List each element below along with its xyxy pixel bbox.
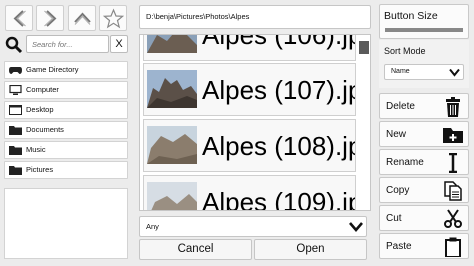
file-row[interactable]: Alpes (109).jpg xyxy=(143,175,356,211)
favorite-button[interactable] xyxy=(99,5,127,31)
file-thumbnail xyxy=(147,35,197,53)
sidebar-empty-area xyxy=(4,188,128,259)
file-row[interactable]: Alpes (106).jpg xyxy=(143,34,356,61)
delete-label: Delete xyxy=(386,101,415,112)
sort-mode-label: Sort Mode xyxy=(384,46,426,56)
search-icon xyxy=(5,36,23,54)
clear-search-button[interactable]: X xyxy=(110,35,128,53)
file-type-filter[interactable]: Any xyxy=(139,216,367,237)
up-button[interactable] xyxy=(68,5,96,31)
sidebar-item-pictures[interactable]: Pictures xyxy=(4,161,128,179)
delete-button[interactable]: Delete xyxy=(379,93,469,119)
folder-icon xyxy=(9,146,22,155)
sidebar-item-documents[interactable]: Documents xyxy=(4,121,128,139)
text-cursor-icon xyxy=(449,153,457,173)
sidebar-item-label: Desktop xyxy=(26,105,54,114)
chevron-right-icon xyxy=(44,10,57,27)
sidebar-item-music[interactable]: Music xyxy=(4,141,128,159)
file-row[interactable]: Alpes (108).jpg xyxy=(143,119,356,172)
clipboard-icon xyxy=(445,237,461,257)
gamepad-icon xyxy=(9,67,22,74)
search-input[interactable] xyxy=(26,35,109,53)
sidebar-item-label: Music xyxy=(26,145,46,154)
file-name: Alpes (108).jpg xyxy=(202,131,355,161)
new-folder-button[interactable]: New xyxy=(379,121,469,147)
sidebar-item-desktop[interactable]: Desktop xyxy=(4,101,128,119)
open-button[interactable]: Open xyxy=(254,239,367,260)
sidebar-item-game-directory[interactable]: Game Directory xyxy=(4,61,128,79)
file-thumbnail xyxy=(147,182,197,210)
desktop-icon xyxy=(9,105,22,115)
cut-label: Cut xyxy=(386,213,402,224)
cancel-button[interactable]: Cancel xyxy=(139,239,252,260)
file-row[interactable]: Alpes (107).jpg xyxy=(143,63,356,116)
button-size-label: Button Size xyxy=(384,10,438,22)
copy-button[interactable]: Copy xyxy=(379,177,469,203)
folder-icon xyxy=(9,126,22,135)
rename-label: Rename xyxy=(386,157,424,168)
file-name: Alpes (109).jpg xyxy=(202,187,355,211)
rename-button[interactable]: Rename xyxy=(379,149,469,175)
sidebar-item-label: Documents xyxy=(26,125,64,134)
sidebar-item-label: Pictures xyxy=(26,165,54,174)
copy-icon xyxy=(444,181,462,201)
chevron-down-icon xyxy=(449,68,460,77)
trash-icon xyxy=(446,97,460,117)
monitor-icon xyxy=(9,85,22,95)
file-thumbnail xyxy=(147,126,197,164)
chevron-left-icon xyxy=(13,10,26,27)
scissors-icon xyxy=(444,209,462,228)
folder-icon xyxy=(9,166,22,175)
path-bar[interactable]: D:\benja\Pictures\Photos\Alpes xyxy=(139,5,371,29)
forward-button[interactable] xyxy=(36,5,64,31)
file-name: Alpes (106).jpg xyxy=(202,34,355,50)
file-list[interactable]: Alpes (106).jpg Alpes (107).jpg Alpes (1… xyxy=(139,34,371,211)
new-label: New xyxy=(386,129,407,140)
filter-value: Any xyxy=(146,222,159,231)
chevron-down-icon xyxy=(349,222,363,232)
sidebar-item-computer[interactable]: Computer xyxy=(4,81,128,99)
new-folder-icon xyxy=(443,128,463,143)
scrollbar-thumb[interactable] xyxy=(359,41,369,54)
sort-mode-select[interactable]: Name xyxy=(384,64,464,80)
cut-button[interactable]: Cut xyxy=(379,205,469,231)
file-thumbnail xyxy=(147,70,197,108)
copy-label: Copy xyxy=(386,185,410,196)
file-name: Alpes (107).jpg xyxy=(202,75,355,105)
scrollbar-track[interactable] xyxy=(358,35,370,210)
star-icon xyxy=(103,8,124,29)
sidebar-item-label: Computer xyxy=(26,85,59,94)
chevron-up-icon xyxy=(74,12,91,25)
back-button[interactable] xyxy=(5,5,33,31)
paste-button[interactable]: Paste xyxy=(379,233,469,259)
paste-label: Paste xyxy=(386,241,412,252)
sort-mode-value: Name xyxy=(391,68,410,75)
sidebar-item-label: Game Directory xyxy=(26,65,79,74)
button-size-slider[interactable] xyxy=(385,28,463,32)
